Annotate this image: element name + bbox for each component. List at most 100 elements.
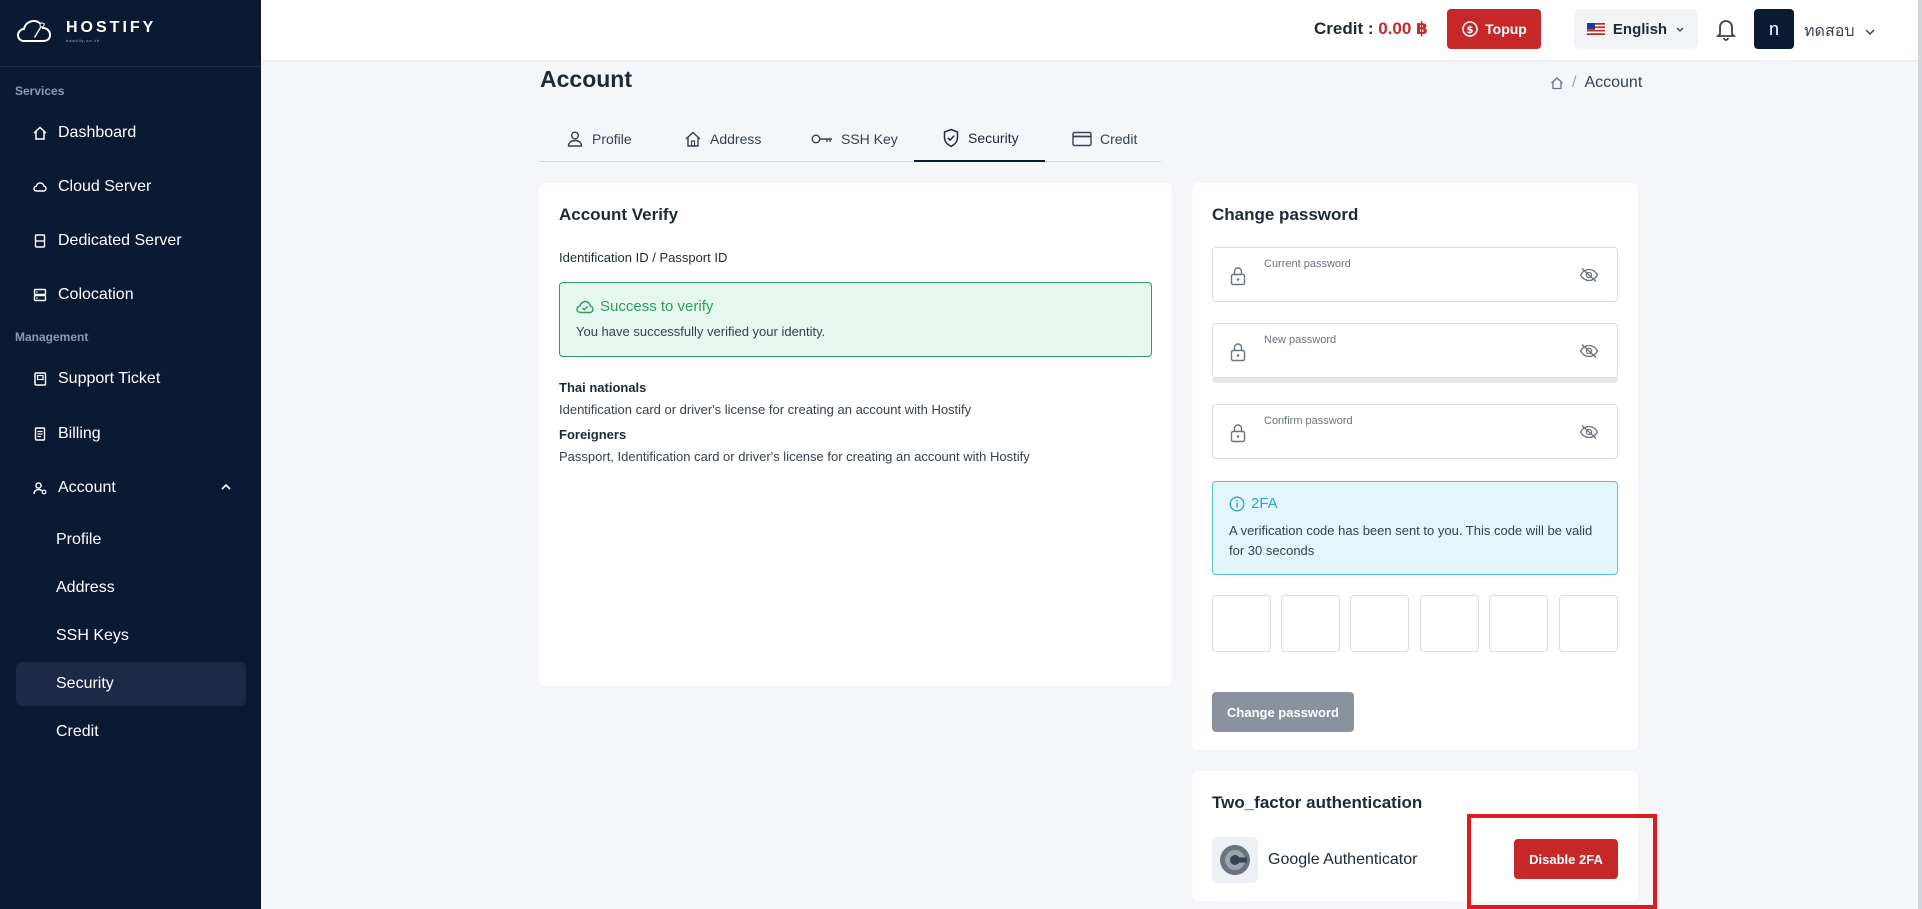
foreign-heading: Foreigners — [559, 427, 627, 442]
change-password-button[interactable]: Change password — [1212, 692, 1354, 732]
breadcrumb-current: Account — [1584, 74, 1643, 91]
topup-label: Topup — [1485, 21, 1527, 37]
thai-text: Identification card or driver's license … — [559, 402, 972, 417]
sidebar-item-colocation[interactable]: Colocation — [16, 273, 246, 317]
brand-logo[interactable]: HOSTIFY hostify.co.th — [16, 14, 156, 48]
highlight-box — [1467, 814, 1657, 909]
foreign-text: Passport, Identification card or driver'… — [559, 449, 1030, 464]
ticket-icon — [32, 371, 48, 387]
sidebar-item-security[interactable]: Security — [16, 662, 246, 706]
thai-heading: Thai nationals — [559, 380, 647, 395]
password-strength-bar — [1212, 378, 1618, 383]
success-title: Success to verify — [576, 298, 713, 315]
topup-button[interactable]: $ Topup — [1447, 9, 1541, 49]
lock-icon — [1230, 266, 1246, 286]
tab-security[interactable]: Security — [914, 116, 1045, 162]
us-flag-icon — [1586, 23, 1605, 35]
sidebar-item-account[interactable]: Account — [16, 466, 246, 510]
authenticator-label: Google Authenticator — [1268, 851, 1418, 868]
sidebar-item-profile[interactable]: Profile — [16, 518, 246, 562]
shield-check-icon — [942, 128, 960, 148]
verify-status-alert: Success to verify You have successfully … — [559, 282, 1152, 357]
tab-label: SSH Key — [841, 131, 898, 147]
success-title-text: Success to verify — [600, 298, 714, 315]
twofa-title: 2FA — [1229, 495, 1278, 512]
sidebar-item-cloud-server[interactable]: Cloud Server — [16, 165, 246, 209]
sidebar-item-label: Account — [58, 479, 116, 496]
card-title: Account Verify — [559, 205, 679, 224]
breadcrumb: / Account — [1550, 74, 1642, 92]
sidebar-item-label: Support Ticket — [58, 370, 161, 387]
tab-label: Profile — [592, 131, 632, 147]
otp-digit-input[interactable] — [1350, 595, 1409, 652]
rocket-cloud-icon — [16, 19, 52, 42]
credit-label: Credit : — [1314, 19, 1374, 38]
credit-card-icon — [1072, 131, 1092, 147]
billing-icon — [32, 426, 48, 442]
sidebar-item-billing[interactable]: Billing — [16, 412, 246, 456]
scrollbar[interactable] — [1918, 0, 1922, 909]
breadcrumb-separator: / — [1572, 74, 1577, 91]
sidebar-item-address[interactable]: Address — [16, 566, 246, 610]
otp-digit-input[interactable] — [1489, 595, 1548, 652]
chevron-down-icon — [1675, 24, 1685, 34]
divider — [0, 66, 261, 67]
notification-bell-icon[interactable] — [1714, 16, 1738, 42]
otp-digit-input[interactable] — [1212, 595, 1271, 652]
twofa-info-alert: 2FA A verification code has been sent to… — [1212, 481, 1618, 575]
avatar[interactable]: n — [1754, 9, 1794, 49]
otp-digit-input[interactable] — [1559, 595, 1618, 652]
chevron-up-icon — [220, 481, 232, 493]
twofa-message: A verification code has been sent to you… — [1229, 523, 1593, 558]
sidebar-item-label: Dashboard — [58, 124, 137, 141]
username-label: ทดสอบ — [1804, 23, 1855, 40]
key-icon — [811, 132, 833, 146]
language-label: English — [1612, 20, 1668, 38]
tab-credit[interactable]: Credit — [1072, 116, 1137, 162]
svg-text:$: $ — [1467, 25, 1474, 36]
confirm-password-field[interactable]: Confirm password — [1212, 404, 1618, 459]
chevron-down-icon — [1864, 26, 1876, 38]
tab-label: Security — [968, 130, 1019, 146]
sidebar-item-label: Dedicated Server — [58, 232, 182, 249]
sidebar-item-credit[interactable]: Credit — [16, 710, 246, 754]
credit-balance: Credit : 0.00 ฿ — [1314, 19, 1428, 39]
card-title: Change password — [1212, 205, 1359, 224]
lock-icon — [1230, 342, 1246, 362]
google-authenticator-icon — [1212, 837, 1258, 883]
new-password-field[interactable]: New password — [1212, 323, 1618, 378]
eye-off-icon[interactable] — [1579, 424, 1599, 440]
sidebar-item-label: Billing — [58, 425, 101, 442]
home-icon[interactable] — [1550, 76, 1564, 90]
eye-off-icon[interactable] — [1579, 343, 1599, 359]
sidebar-item-ssh-keys[interactable]: SSH Keys — [16, 614, 246, 658]
sidebar-item-dedicated-server[interactable]: Dedicated Server — [16, 219, 246, 263]
otp-digit-input[interactable] — [1281, 595, 1340, 652]
language-selector[interactable]: English — [1574, 9, 1698, 49]
otp-digit-input[interactable] — [1420, 595, 1479, 652]
twofa-title-text: 2FA — [1251, 495, 1278, 512]
sidebar-item-dashboard[interactable]: Dashboard — [16, 111, 246, 155]
sidebar: HOSTIFY hostify.co.th Services Dashboard… — [0, 0, 261, 909]
tab-label: Address — [710, 131, 762, 147]
change-password-card: Change password Current password New pas… — [1192, 183, 1638, 750]
tab-label: Credit — [1100, 131, 1138, 147]
sidebar-item-label: Colocation — [58, 286, 134, 303]
tab-ssh-key[interactable]: SSH Key — [811, 116, 898, 162]
field-label: Current password — [1264, 258, 1351, 270]
account-tabs: Profile Address SSH Key Security Credit — [539, 116, 1161, 162]
section-label-services: Services — [15, 84, 65, 98]
cloud-check-icon — [576, 300, 594, 314]
current-password-field[interactable]: Current password — [1212, 247, 1618, 302]
coin-icon: $ — [1461, 20, 1479, 38]
sidebar-item-support-ticket[interactable]: Support Ticket — [16, 357, 246, 401]
section-label-management: Management — [15, 330, 89, 344]
brand-name: HOSTIFY — [66, 19, 157, 36]
tab-address[interactable]: Address — [684, 116, 761, 162]
user-menu[interactable]: ทดสอบ — [1804, 19, 1876, 44]
server-icon — [32, 233, 48, 249]
card-title: Two_factor authentication — [1212, 793, 1423, 812]
success-message: You have successfully verified your iden… — [576, 324, 826, 339]
tab-profile[interactable]: Profile — [566, 116, 632, 162]
eye-off-icon[interactable] — [1579, 267, 1599, 283]
